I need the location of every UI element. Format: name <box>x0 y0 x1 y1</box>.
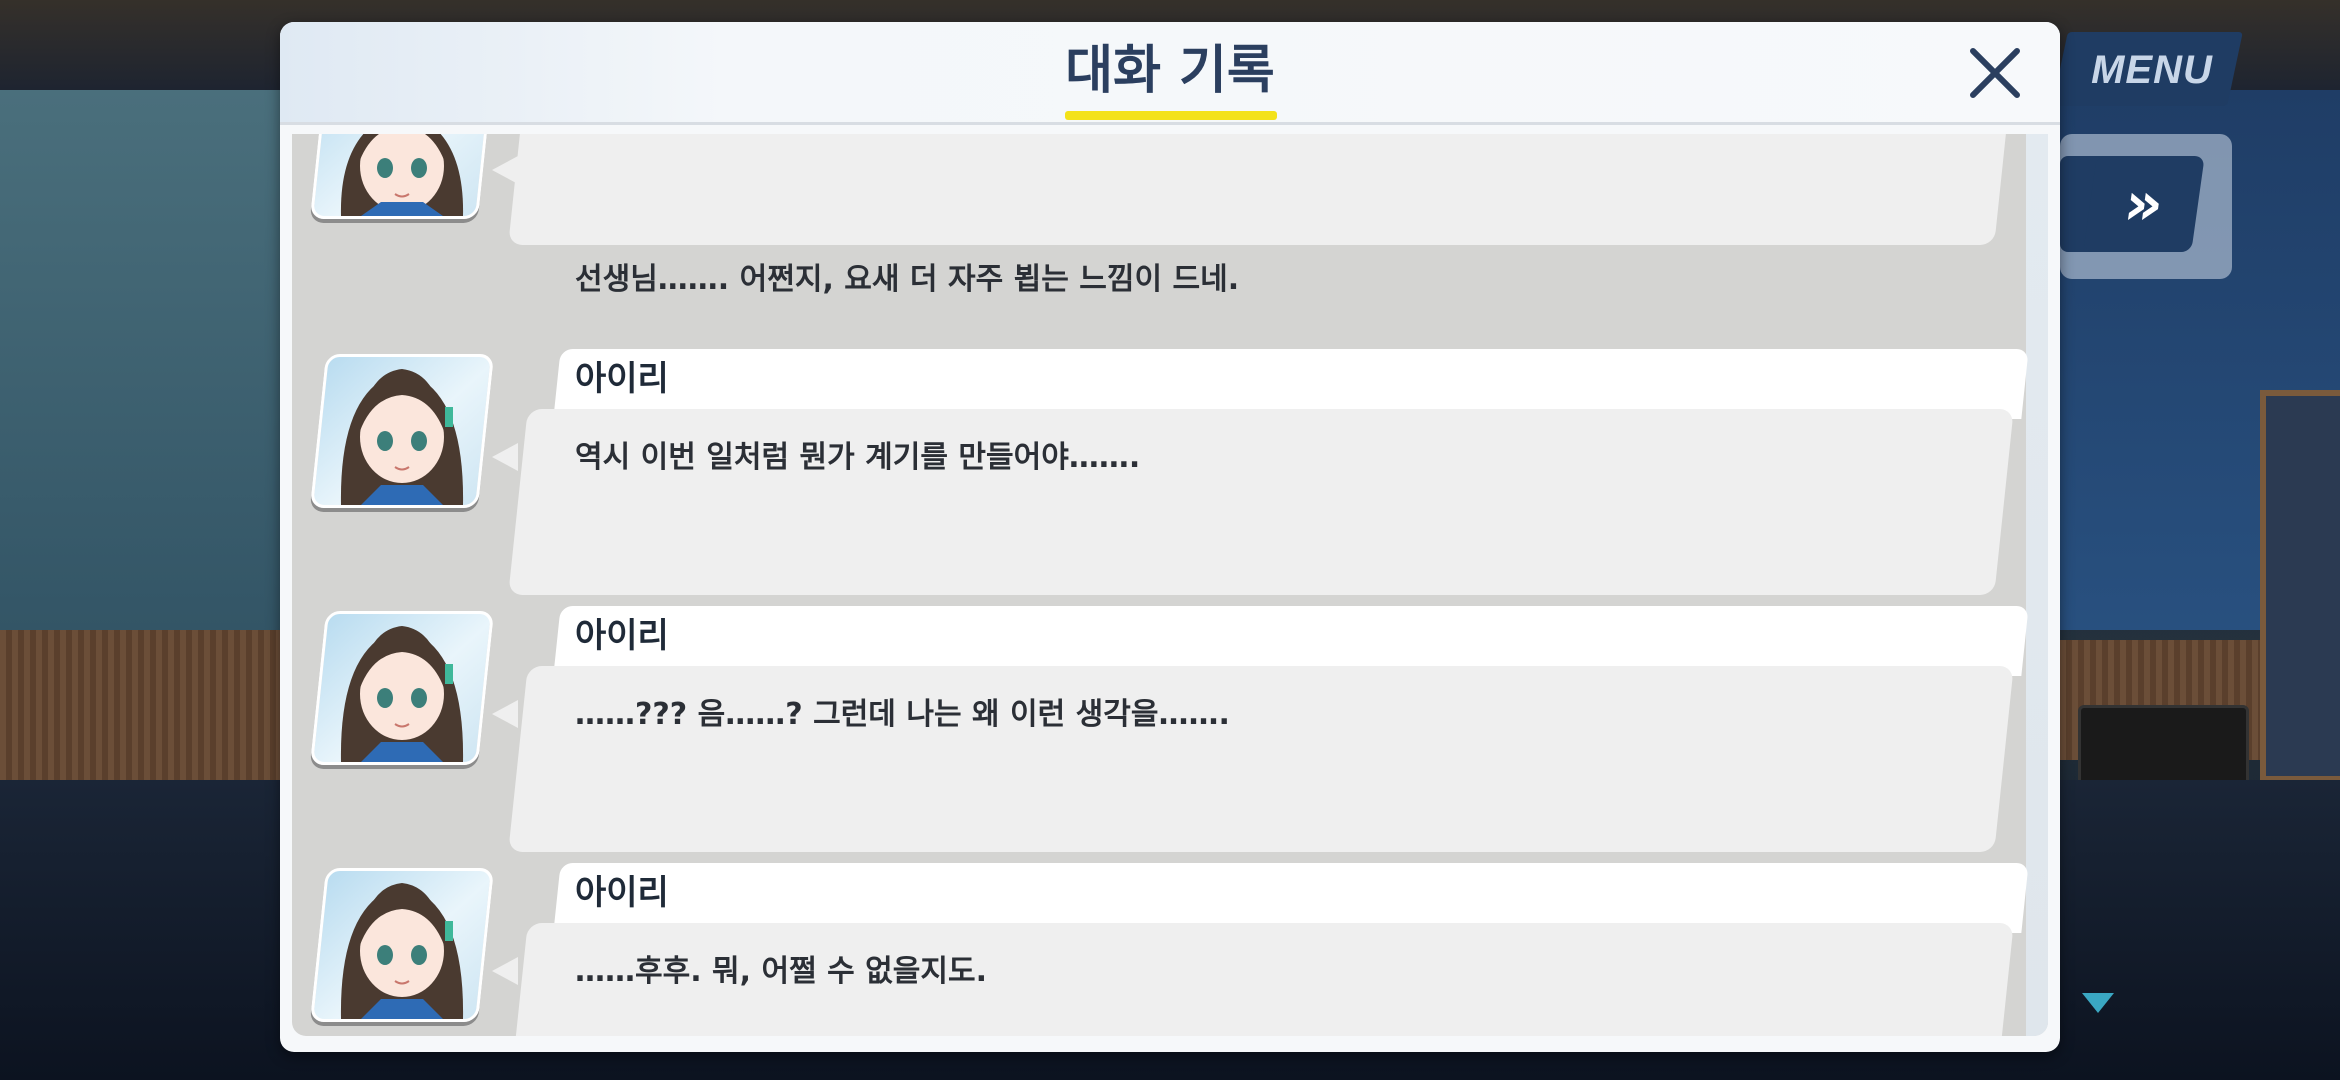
close-button[interactable] <box>1960 38 2030 108</box>
menu-button-label[interactable]: MENU <box>2072 40 2232 100</box>
title-underline <box>1065 111 1277 120</box>
airi-portrait-icon <box>309 354 495 508</box>
dialogue-log-dialog: 대화 기록 선생님……. 어쩐지, 요새 더 자주 뵙는 느낌이 드네. 아이리… <box>280 22 2060 1052</box>
log-entry: 선생님……. 어쩐지, 요새 더 자주 뵙는 느낌이 드네. <box>292 134 2048 364</box>
bubble-tail <box>492 957 518 985</box>
dialogue-text: ……후후. 뭐, 어쩔 수 없을지도. <box>575 954 987 989</box>
dialogue-text: 선생님……. 어쩐지, 요새 더 자주 뵙는 느낌이 드네. <box>575 262 1240 297</box>
speaker-name: 아이리 <box>575 873 669 913</box>
speaker-name: 아이리 <box>575 359 669 399</box>
log-scroll-area[interactable]: 선생님……. 어쩐지, 요새 더 자주 뵙는 느낌이 드네. 아이리 역시 이번… <box>292 134 2048 1036</box>
scroll-down-arrow-icon <box>2082 993 2114 1013</box>
log-entry: 아이리 역시 이번 일처럼 뭔가 계기를 만들어야……. <box>292 349 2048 595</box>
log-entry: 아이리 ……??? 음……? 그런데 나는 왜 이런 생각을……. <box>292 606 2048 852</box>
dialogue-text: 역시 이번 일처럼 뭔가 계기를 만들어야……. <box>575 440 1141 475</box>
airi-portrait-icon <box>309 134 495 219</box>
airi-portrait-icon <box>309 611 495 765</box>
dialogue-text: ……??? 음……? 그런데 나는 왜 이런 생각을……. <box>575 697 1230 732</box>
background-wood-panel-left <box>0 630 300 780</box>
bubble-tail <box>492 700 518 728</box>
dialog-title: 대화 기록 <box>1065 41 1275 101</box>
close-x-icon[interactable] <box>1967 45 2023 101</box>
log-entry: 아이리 ……후후. 뭐, 어쩔 수 없을지도. <box>292 863 2048 1036</box>
speaker-name: 아이리 <box>575 616 669 656</box>
background-wall-left <box>0 90 300 630</box>
bubble-tail <box>492 443 518 471</box>
header-divider <box>280 122 2060 125</box>
background-door <box>2260 390 2340 782</box>
fast-forward-icon[interactable]: » <box>2083 156 2205 252</box>
airi-portrait-icon <box>309 868 495 1022</box>
dialogue-bubble <box>508 134 2014 245</box>
bubble-tail <box>492 156 518 184</box>
